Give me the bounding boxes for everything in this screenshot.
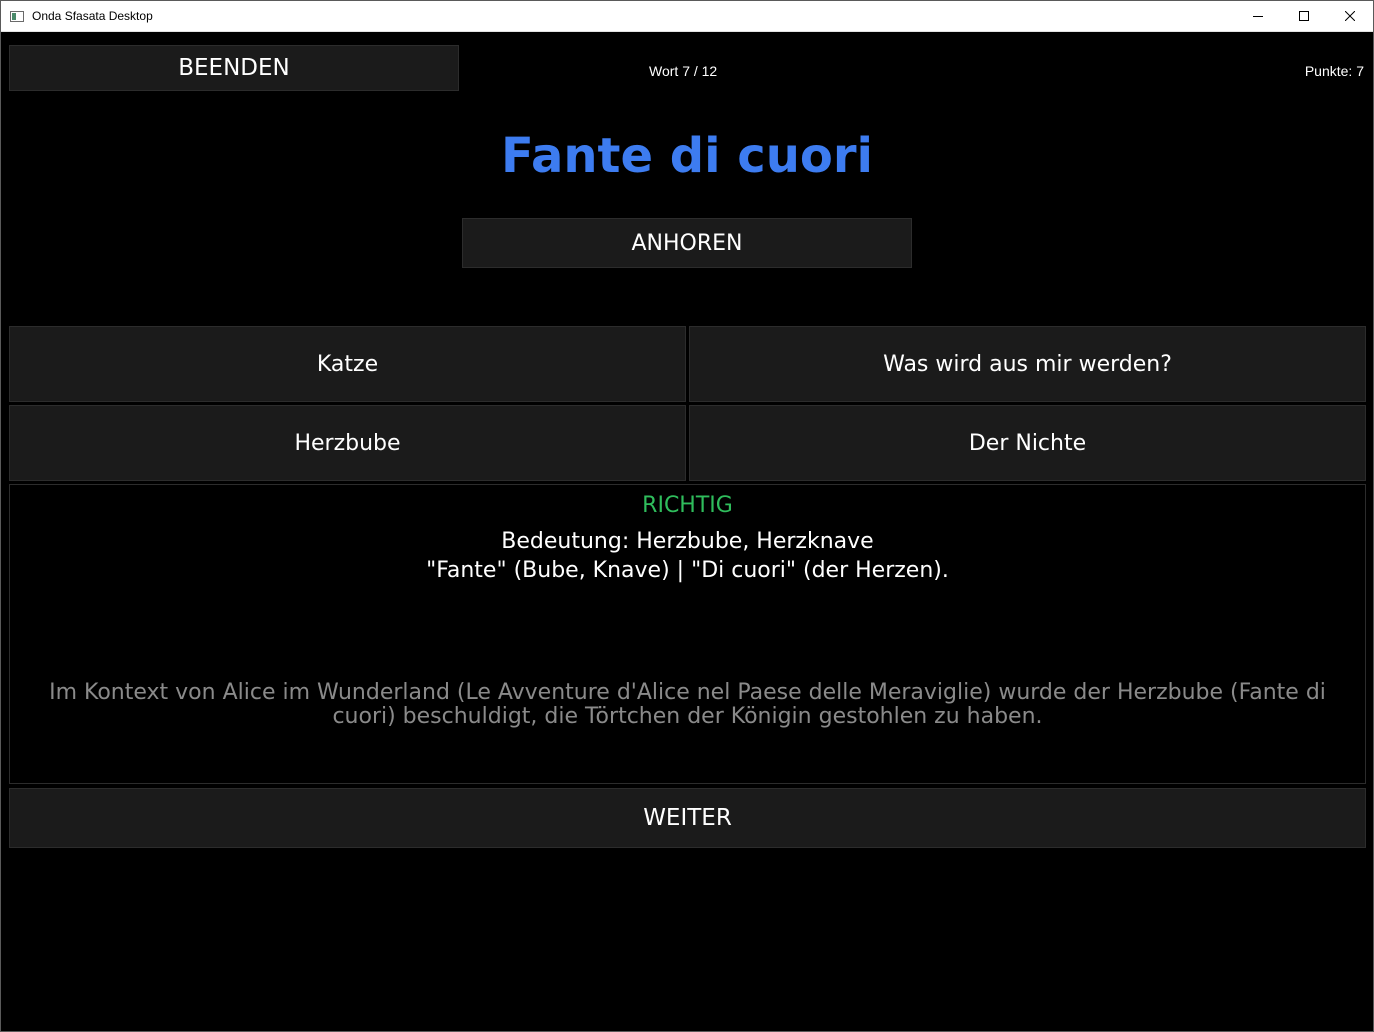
listen-button[interactable]: ANHOREN: [462, 218, 912, 268]
score-display: Punkte: 7: [1304, 63, 1364, 79]
close-button[interactable]: [1327, 1, 1373, 31]
window-title: Onda Sfasata Desktop: [32, 9, 153, 23]
quiz-screen: BEENDEN Wort 7 / 12 Punkte: 7 Fante di c…: [1, 32, 1373, 1031]
app-icon: [10, 10, 24, 22]
feedback-panel: RICHTIG Bedeutung: Herzbube, Herzknave "…: [9, 484, 1366, 784]
app-window: Onda Sfasata Desktop BEENDEN Wort 7 / 12…: [0, 0, 1374, 1032]
context-text: Im Kontext von Alice im Wunderland (Le A…: [49, 680, 1326, 729]
minimize-button[interactable]: [1235, 1, 1281, 31]
word-counter: Wort 7 / 12: [649, 63, 718, 79]
answer-button-der-nichte[interactable]: Der Nichte: [689, 405, 1366, 481]
meaning-text: Bedeutung: Herzbube, Herzknave "Fante" (…: [10, 527, 1365, 585]
answer-button-herzbube[interactable]: Herzbube: [9, 405, 686, 481]
quit-button[interactable]: BEENDEN: [9, 45, 459, 91]
maximize-icon: [1299, 11, 1309, 21]
current-word: Fante di cuori: [501, 128, 873, 184]
meaning-line: Bedeutung: Herzbube, Herzknave: [501, 529, 874, 554]
close-icon: [1345, 11, 1355, 21]
window-controls: [1235, 1, 1373, 31]
maximize-button[interactable]: [1281, 1, 1327, 31]
answer-button-katze[interactable]: Katze: [9, 326, 686, 402]
etymology-line: "Fante" (Bube, Knave) | "Di cuori" (der …: [426, 558, 949, 583]
next-button[interactable]: WEITER: [9, 788, 1366, 848]
minimize-icon: [1253, 16, 1263, 17]
result-status: RICHTIG: [642, 493, 733, 518]
title-bar[interactable]: Onda Sfasata Desktop: [1, 1, 1373, 32]
answer-button-was-wird-aus-mir-werden[interactable]: Was wird aus mir werden?: [689, 326, 1366, 402]
